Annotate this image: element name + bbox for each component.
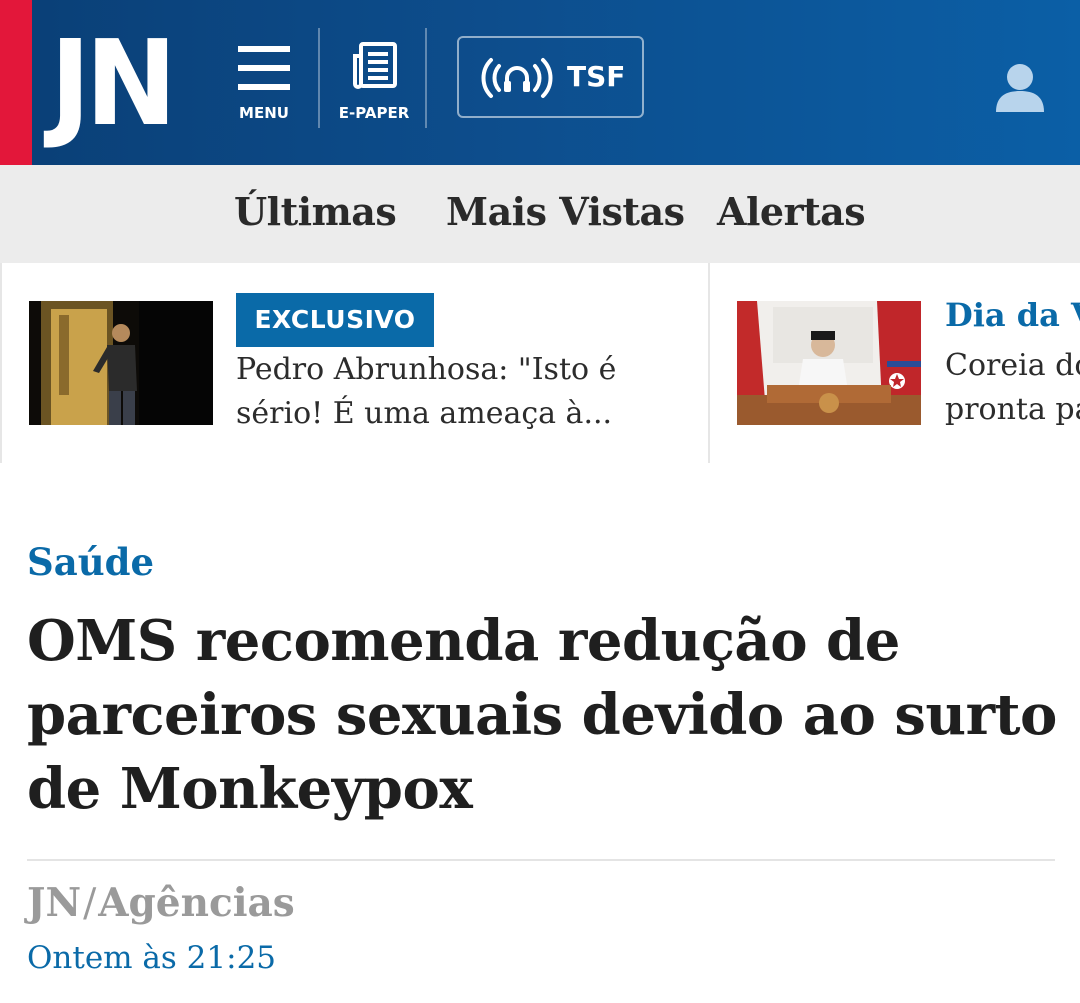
tsf-radio-button[interactable]: TSF [457, 36, 644, 118]
article-category[interactable]: Saúde [27, 540, 154, 584]
teaser-title-line: Coreia do [945, 348, 1080, 383]
menu-button[interactable]: MENU [232, 28, 296, 128]
teaser-divider [708, 263, 710, 463]
author-source: Agências [98, 880, 295, 926]
teaser-title-line: sério! É uma ameaça à... [236, 396, 613, 431]
article-byline: JN/Agências [27, 880, 295, 926]
header-divider [425, 28, 427, 128]
author-separator: / [83, 881, 97, 926]
radio-headphones-icon [481, 58, 553, 98]
teaser-category[interactable]: Dia da V [945, 296, 1080, 334]
teaser-title-line: Pedro Abrunhosa: "Isto é [236, 352, 617, 387]
teaser-title-line: pronta pa [945, 392, 1080, 427]
divider [27, 859, 1055, 861]
menu-label: MENU [239, 104, 289, 122]
teaser-divider [0, 263, 2, 463]
site-logo[interactable]: JN [50, 24, 177, 142]
headline-line: de Monkeypox [27, 756, 473, 822]
epaper-button[interactable]: E-PAPER [332, 28, 416, 128]
article-headline: OMS recomenda redução de parceiros sexua… [27, 604, 1057, 826]
teaser-thumbnail-podium[interactable] [737, 301, 921, 425]
exclusive-badge[interactable]: EXCLUSIVO [236, 293, 434, 347]
article-timestamp: Ontem às 21:25 [27, 940, 277, 976]
headline-line: parceiros sexuais devido ao surto [27, 682, 1057, 748]
brand-accent-strip [0, 0, 32, 165]
nav-item-ultimas[interactable]: Últimas [234, 189, 397, 234]
nav-item-alertas[interactable]: Alertas [717, 189, 866, 234]
user-icon[interactable] [994, 62, 1046, 114]
hamburger-icon [238, 46, 290, 90]
teaser-title[interactable]: Pedro Abrunhosa: "Isto é sério! É uma am… [236, 348, 616, 436]
header-divider [318, 28, 320, 128]
newspaper-icon [353, 42, 397, 89]
teaser-thumbnail-concert[interactable] [29, 301, 213, 425]
nav-item-mais-vistas[interactable]: Mais Vistas [446, 189, 685, 234]
epaper-label: E-PAPER [338, 104, 410, 122]
author-org: JN [27, 880, 82, 926]
teaser-title[interactable]: Coreia do pronta pa [945, 344, 1080, 432]
headline-line: OMS recomenda redução de [27, 608, 900, 674]
tsf-label: TSF [567, 60, 626, 93]
